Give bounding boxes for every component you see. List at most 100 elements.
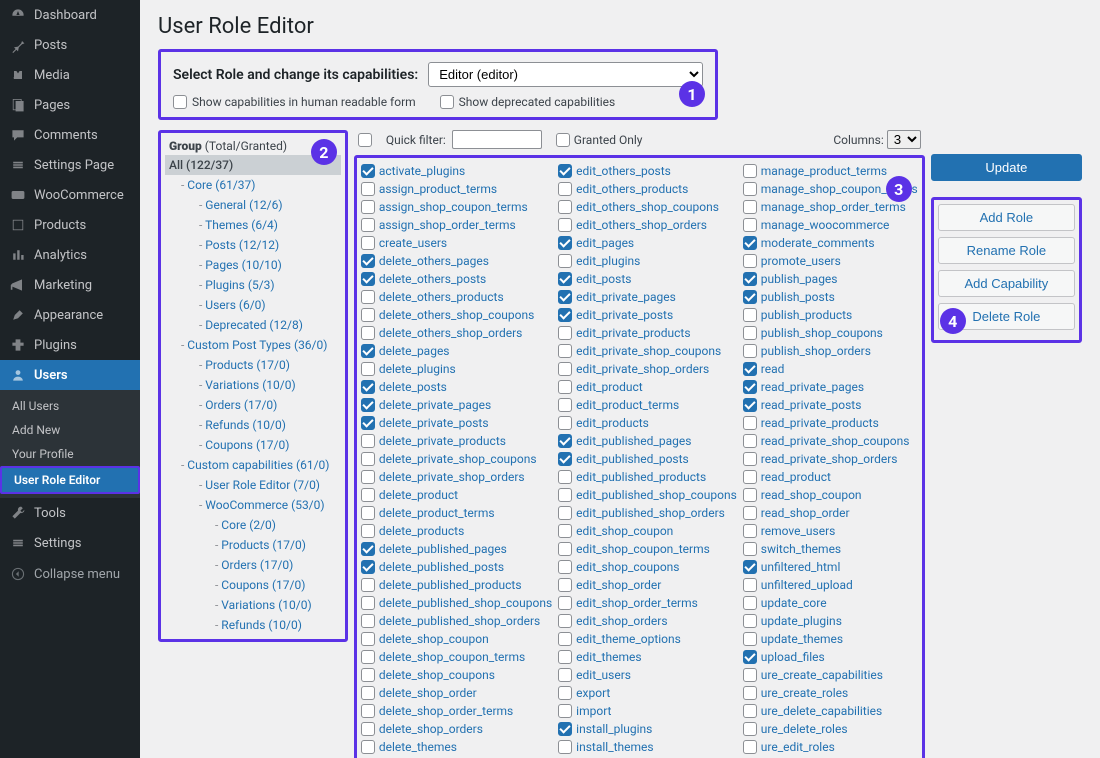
capability-row[interactable]: edit_others_shop_coupons <box>558 198 737 216</box>
capability-row[interactable]: delete_others_posts <box>361 270 552 288</box>
sidebar-item-marketing[interactable]: Marketing <box>0 270 140 300</box>
capability-row[interactable]: edit_themes <box>558 648 737 666</box>
capability-checkbox[interactable] <box>558 668 572 682</box>
group-item[interactable]: Plugins (5/3) <box>165 275 341 295</box>
capability-row[interactable]: edit_plugins <box>558 252 737 270</box>
capability-row[interactable]: edit_published_products <box>558 468 737 486</box>
capability-checkbox[interactable] <box>558 632 572 646</box>
capability-row[interactable]: ure_edit_roles <box>743 738 918 756</box>
capability-checkbox[interactable] <box>743 236 757 250</box>
capability-checkbox[interactable] <box>743 290 757 304</box>
capability-checkbox[interactable] <box>743 308 757 322</box>
capability-checkbox[interactable] <box>558 740 572 754</box>
capability-checkbox[interactable] <box>361 524 375 538</box>
capability-row[interactable]: edit_shop_orders <box>558 612 737 630</box>
capability-checkbox[interactable] <box>361 308 375 322</box>
capability-checkbox[interactable] <box>361 398 375 412</box>
sidebar-item-woocommerce[interactable]: WooCommerce <box>0 180 140 210</box>
capability-row[interactable]: delete_posts <box>361 378 552 396</box>
capability-checkbox[interactable] <box>743 740 757 754</box>
capability-checkbox[interactable] <box>743 200 757 214</box>
group-item[interactable]: Users (6/0) <box>165 295 341 315</box>
capability-checkbox[interactable] <box>558 254 572 268</box>
capability-row[interactable]: delete_shop_coupon <box>361 630 552 648</box>
capability-checkbox[interactable] <box>743 632 757 646</box>
capability-checkbox[interactable] <box>743 542 757 556</box>
capability-checkbox[interactable] <box>361 632 375 646</box>
capability-row[interactable]: delete_others_products <box>361 288 552 306</box>
capability-checkbox[interactable] <box>361 236 375 250</box>
checkbox-deprecated[interactable]: Show deprecated capabilities <box>440 95 616 109</box>
capability-row[interactable]: assign_shop_order_terms <box>361 216 552 234</box>
capability-checkbox[interactable] <box>558 182 572 196</box>
capability-checkbox[interactable] <box>361 344 375 358</box>
capability-checkbox[interactable] <box>361 452 375 466</box>
capability-row[interactable]: read_private_products <box>743 414 918 432</box>
capability-row[interactable]: delete_shop_coupons <box>361 666 552 684</box>
capability-checkbox[interactable] <box>743 218 757 232</box>
group-item[interactable]: General (12/6) <box>165 195 341 215</box>
capability-row[interactable]: edit_private_shop_orders <box>558 360 737 378</box>
capability-checkbox[interactable] <box>558 362 572 376</box>
capability-checkbox[interactable] <box>361 164 375 178</box>
group-item[interactable]: Products (17/0) <box>165 355 341 375</box>
capability-checkbox[interactable] <box>558 326 572 340</box>
capability-checkbox[interactable] <box>361 470 375 484</box>
capability-row[interactable]: edit_private_shop_coupons <box>558 342 737 360</box>
group-item[interactable]: Products (17/0) <box>165 535 341 555</box>
sidebar-subitem-all-users[interactable]: All Users <box>0 394 140 418</box>
capability-row[interactable]: read_private_pages <box>743 378 918 396</box>
columns-select[interactable]: 3 <box>887 130 921 149</box>
capability-checkbox[interactable] <box>361 488 375 502</box>
capability-checkbox[interactable] <box>361 578 375 592</box>
capability-row[interactable]: delete_product_terms <box>361 504 552 522</box>
rename-role-button[interactable]: Rename Role <box>938 237 1075 264</box>
capability-row[interactable]: ure_create_roles <box>743 684 918 702</box>
group-item[interactable]: Custom Post Types (36/0) <box>165 335 341 355</box>
capability-checkbox[interactable] <box>558 650 572 664</box>
capability-row[interactable]: edit_products <box>558 414 737 432</box>
capability-row[interactable]: delete_private_products <box>361 432 552 450</box>
capability-checkbox[interactable] <box>743 704 757 718</box>
capability-row[interactable]: delete_shop_coupon_terms <box>361 648 552 666</box>
capability-row[interactable]: activate_plugins <box>361 162 552 180</box>
group-item[interactable]: Coupons (17/0) <box>165 435 341 455</box>
sidebar-subitem-your-profile[interactable]: Your Profile <box>0 442 140 466</box>
capability-row[interactable]: delete_plugins <box>361 360 552 378</box>
capability-row[interactable]: edit_private_posts <box>558 306 737 324</box>
capability-checkbox[interactable] <box>361 380 375 394</box>
capability-checkbox[interactable] <box>743 506 757 520</box>
capability-row[interactable]: edit_others_shop_orders <box>558 216 737 234</box>
sidebar-item-settings[interactable]: Settings <box>0 528 140 558</box>
group-item[interactable]: Variations (10/0) <box>165 375 341 395</box>
quick-filter-input[interactable] <box>452 130 542 149</box>
capability-checkbox[interactable] <box>743 488 757 502</box>
capability-checkbox[interactable] <box>558 578 572 592</box>
capability-row[interactable]: manage_shop_order_terms <box>743 198 918 216</box>
capability-row[interactable]: read_private_shop_orders <box>743 450 918 468</box>
capability-checkbox[interactable] <box>361 542 375 556</box>
capability-row[interactable]: edit_shop_coupons <box>558 558 737 576</box>
update-button[interactable]: Update <box>931 154 1082 181</box>
capability-row[interactable]: delete_private_posts <box>361 414 552 432</box>
capability-row[interactable]: install_plugins <box>558 720 737 738</box>
capability-checkbox[interactable] <box>743 470 757 484</box>
capability-checkbox[interactable] <box>558 452 572 466</box>
capability-checkbox[interactable] <box>743 362 757 376</box>
group-item[interactable]: Custom capabilities (61/0) <box>165 455 341 475</box>
capability-row[interactable]: edit_published_shop_orders <box>558 504 737 522</box>
capability-checkbox[interactable] <box>558 308 572 322</box>
group-item[interactable]: Orders (17/0) <box>165 555 341 575</box>
capability-row[interactable]: delete_products <box>361 522 552 540</box>
capability-checkbox[interactable] <box>743 434 757 448</box>
capability-row[interactable]: update_core <box>743 594 918 612</box>
capability-checkbox[interactable] <box>743 326 757 340</box>
capability-row[interactable]: delete_published_shop_orders <box>361 612 552 630</box>
capability-checkbox[interactable] <box>361 254 375 268</box>
capability-row[interactable]: publish_posts <box>743 288 918 306</box>
capability-row[interactable]: update_themes <box>743 630 918 648</box>
capability-checkbox[interactable] <box>558 272 572 286</box>
sidebar-item-media[interactable]: Media <box>0 60 140 90</box>
sidebar-subitem-add-new[interactable]: Add New <box>0 418 140 442</box>
capability-checkbox[interactable] <box>361 614 375 628</box>
